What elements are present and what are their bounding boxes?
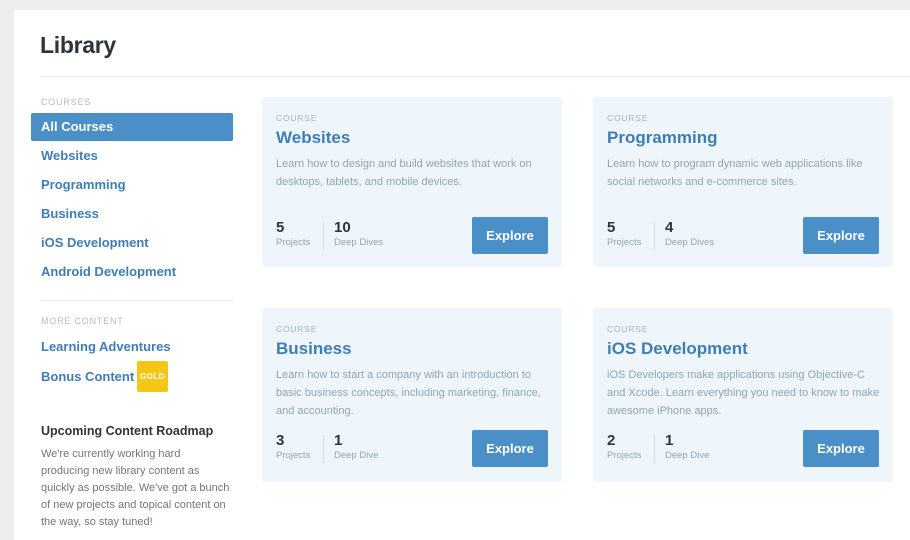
card-kicker: COURSE [276,113,318,123]
sidebar-item-all-courses[interactable]: All Courses [31,113,233,141]
stat-divider [323,222,324,250]
projects-count: 3 [276,432,285,449]
stat-divider [323,435,324,463]
more-content-list: Learning Adventures Bonus Content GOLD [31,332,233,392]
roadmap-title: Upcoming Content Roadmap [41,424,214,438]
sidebar-item-android-development[interactable]: Android Development [31,257,233,286]
stat-divider [654,435,655,463]
stat-divider [654,222,655,250]
explore-button[interactable]: Explore [472,430,548,467]
projects-label: Projects [276,450,311,461]
roadmap-text: We're currently working hard producing n… [41,448,230,528]
card-description: Learn how to program dynamic web applica… [607,158,863,188]
deep-dives-stat: 4 Deep Dives [665,220,714,249]
deep-dives-stat: 1 Deep Dive [334,433,378,462]
deep-dives-stat: 1 Deep Dive [665,433,709,462]
projects-count: 5 [607,219,616,236]
library-page: Library COURSES All Courses Websites Pro… [14,10,910,540]
explore-button[interactable]: Explore [803,430,879,467]
projects-label: Projects [607,450,642,461]
roadmap-section: Upcoming Content Roadmap We're currently… [41,424,233,531]
title-divider [40,76,910,77]
explore-button[interactable]: Explore [803,217,879,254]
deep-dives-label: Deep Dives [334,237,384,248]
projects-label: Projects [276,237,311,248]
sidebar-divider [41,300,233,301]
projects-stat: 5 Projects [607,220,641,249]
projects-count: 5 [276,219,285,236]
deep-dives-count: 4 [665,219,674,236]
explore-button[interactable]: Explore [472,217,548,254]
projects-stat: 3 Projects [276,433,310,462]
deep-dives-count: 10 [334,219,351,236]
deep-dives-label: Deep Dives [665,237,715,248]
card-title[interactable]: Programming [607,128,718,148]
sidebar-item-ios-development[interactable]: iOS Development [31,228,233,257]
projects-count: 2 [607,432,616,449]
card-kicker: COURSE [607,113,649,123]
course-card-business: COURSE Business Learn how to start a com… [262,308,562,482]
sidebar-item-programming[interactable]: Programming [31,170,233,199]
sidebar-item-bonus-content[interactable]: Bonus Content GOLD [31,361,233,392]
card-kicker: COURSE [607,324,649,334]
sidebar-item-learning-adventures[interactable]: Learning Adventures [31,332,233,361]
course-card-programming: COURSE Programming Learn how to program … [593,97,893,267]
gold-badge: GOLD [137,361,168,392]
bonus-content-label: Bonus Content [41,369,135,384]
projects-stat: 5 Projects [276,220,310,249]
more-content-heading: MORE CONTENT [41,316,124,326]
courses-heading: COURSES [41,97,92,107]
card-title[interactable]: iOS Development [607,339,748,359]
page-title: Library [40,32,116,58]
course-card-ios-development: COURSE iOS Development iOS Developers ma… [593,308,893,482]
deep-dives-count: 1 [334,432,343,449]
projects-stat: 2 Projects [607,433,641,462]
card-title[interactable]: Business [276,339,352,359]
projects-label: Projects [607,237,642,248]
deep-dives-stat: 10 Deep Dives [334,220,383,249]
deep-dives-label: Deep Dive [665,450,710,461]
card-kicker: COURSE [276,324,318,334]
deep-dives-label: Deep Dive [334,450,379,461]
courses-list: All Courses Websites Programming Busines… [31,113,233,286]
sidebar-item-websites[interactable]: Websites [31,141,233,170]
deep-dives-count: 1 [665,432,674,449]
sidebar: COURSES All Courses Websites Programming… [31,96,233,531]
card-description: iOS Developers make applications using O… [607,369,880,417]
card-title[interactable]: Websites [276,128,350,148]
course-card-websites: COURSE Websites Learn how to design and … [262,97,562,267]
card-description: Learn how to design and build websites t… [276,158,532,188]
sidebar-item-business[interactable]: Business [31,199,233,228]
card-description: Learn how to start a company with an int… [276,369,541,417]
